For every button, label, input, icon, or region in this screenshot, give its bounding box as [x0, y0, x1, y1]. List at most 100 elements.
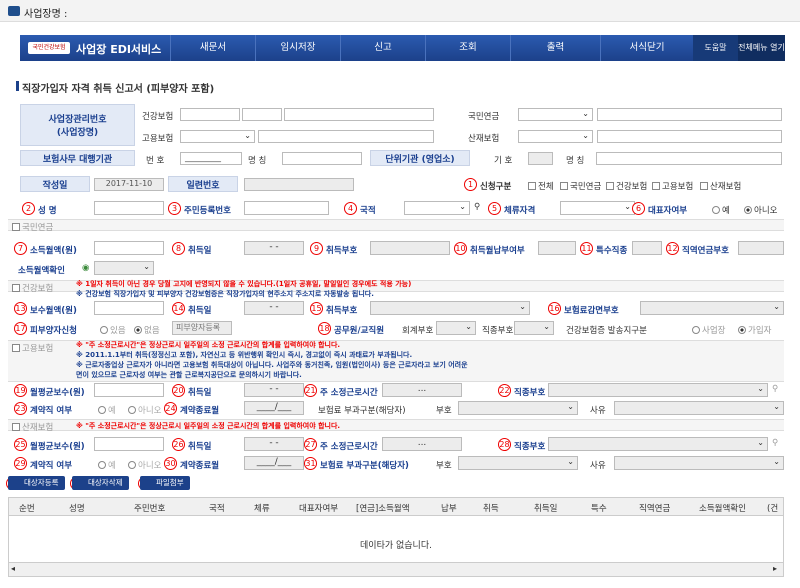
- e-contract-no-radio[interactable]: 아니오: [128, 404, 161, 416]
- employment-name-input[interactable]: [258, 130, 434, 143]
- search-icon[interactable]: ⚲: [474, 202, 480, 212]
- stay-select[interactable]: ⌄: [560, 201, 635, 215]
- a-contract-no-radio[interactable]: 아니오: [128, 459, 161, 471]
- help-button[interactable]: 도움말: [693, 35, 738, 61]
- rrn-input[interactable]: [244, 201, 329, 215]
- opt-accident[interactable]: 산재보험: [700, 180, 741, 192]
- horizontal-scrollbar[interactable]: ◂ ▸: [9, 562, 783, 576]
- job-code-select[interactable]: ⌄: [514, 321, 554, 335]
- card-site-radio[interactable]: 사업장: [692, 324, 725, 336]
- opt-pension[interactable]: 국민연금: [560, 180, 601, 192]
- col-health[interactable]: (건: [767, 502, 778, 514]
- e-end-input[interactable]: ____/___: [244, 401, 304, 415]
- employment-select[interactable]: ⌄: [180, 130, 255, 143]
- e-job-search-icon[interactable]: ⚲: [772, 384, 778, 394]
- opt-employment[interactable]: 고용보험: [652, 180, 693, 192]
- dep-none-radio[interactable]: 없음: [134, 324, 160, 336]
- special-input[interactable]: [632, 241, 662, 255]
- pension-section-cb[interactable]: 국민연금: [12, 221, 53, 233]
- a-job-search-icon[interactable]: ⚲: [772, 438, 778, 448]
- col-acq-date[interactable]: 취득일: [534, 502, 557, 514]
- h-acq-code-select[interactable]: ⌄: [370, 301, 530, 315]
- confirm-icon[interactable]: ◉: [82, 263, 89, 273]
- reduce-select[interactable]: ⌄: [640, 301, 784, 315]
- menu-inquiry[interactable]: 조회: [425, 35, 510, 61]
- name-label: 성 명: [38, 206, 57, 216]
- scroll-left-icon[interactable]: ◂: [11, 564, 15, 573]
- e-job-select[interactable]: ⌄: [548, 383, 768, 397]
- e-hours-input[interactable]: ...: [382, 383, 462, 397]
- col-name[interactable]: 성명: [69, 502, 85, 514]
- col-rep[interactable]: 대표자여부: [299, 502, 338, 514]
- e-reason-select[interactable]: ⌄: [614, 401, 784, 415]
- pay-input[interactable]: [538, 241, 576, 255]
- health-input-1[interactable]: [180, 108, 240, 121]
- scroll-right-icon[interactable]: ▸: [773, 564, 777, 573]
- unit-name-input[interactable]: [596, 152, 782, 165]
- acc-section-cb[interactable]: 산재보험: [12, 421, 53, 433]
- a-reason-select[interactable]: ⌄: [614, 456, 784, 470]
- a-avg-input[interactable]: [94, 437, 164, 451]
- emp-section-cb[interactable]: 고용보험: [12, 342, 53, 354]
- nation-select[interactable]: ⌄: [404, 201, 470, 215]
- agent-no-label: 번 호: [146, 156, 165, 166]
- wage-input[interactable]: [94, 301, 164, 315]
- agent-name-input[interactable]: [282, 152, 362, 165]
- h-acq-input[interactable]: - -: [244, 301, 304, 315]
- col-seq[interactable]: 순번: [19, 502, 35, 514]
- a-hours-input[interactable]: ...: [382, 437, 462, 451]
- e-avg-input[interactable]: [94, 383, 164, 397]
- pension-name-input[interactable]: [597, 108, 782, 121]
- dep-reg-button[interactable]: 피부양자등록: [172, 321, 232, 335]
- date-input[interactable]: 2017-11-10: [94, 178, 164, 191]
- register-target-button[interactable]: 대상자등록: [8, 476, 65, 490]
- p-acq-input[interactable]: - -: [244, 241, 304, 255]
- accident-select[interactable]: ⌄: [518, 130, 593, 143]
- a-job-select[interactable]: ⌄: [548, 437, 768, 451]
- rep-yes-radio[interactable]: 예: [712, 204, 730, 216]
- unit-code-input[interactable]: [528, 152, 553, 165]
- menu-print[interactable]: 출력: [510, 35, 600, 61]
- col-confirm[interactable]: 소득월액확인: [699, 502, 746, 514]
- e-contract-yes-radio[interactable]: 예: [98, 404, 116, 416]
- col-job-pension[interactable]: 직역연금: [639, 502, 670, 514]
- agent-no-input[interactable]: _________: [180, 152, 242, 165]
- menu-report[interactable]: 신고: [340, 35, 425, 61]
- job-pension-input[interactable]: [738, 241, 784, 255]
- menu-temp-save[interactable]: 임시저장: [255, 35, 340, 61]
- a-contract-yes-radio[interactable]: 예: [98, 459, 116, 471]
- pension-select[interactable]: ⌄: [518, 108, 593, 121]
- account-select[interactable]: ⌄: [436, 321, 476, 335]
- menu-new-doc[interactable]: 새문서: [170, 35, 255, 61]
- p-acq-code-input[interactable]: [370, 241, 450, 255]
- a-code-select[interactable]: ⌄: [458, 456, 578, 470]
- health-input-3[interactable]: [284, 108, 434, 121]
- col-stay[interactable]: 체류: [254, 502, 270, 514]
- a-acq-input[interactable]: - -: [244, 437, 304, 451]
- delete-target-button[interactable]: 대상자삭제: [72, 476, 129, 490]
- col-pay[interactable]: 납부: [441, 502, 457, 514]
- marker-16: 16: [548, 302, 561, 315]
- opt-health[interactable]: 건강보험: [606, 180, 647, 192]
- col-income[interactable]: [연금]소득월액: [356, 502, 410, 514]
- col-special[interactable]: 특수: [591, 502, 607, 514]
- accident-name-input[interactable]: [597, 130, 782, 143]
- attach-file-button[interactable]: 파일첨부: [140, 476, 190, 490]
- all-menu-button[interactable]: 전체메뉴 열기: [738, 35, 785, 61]
- e-code-select[interactable]: ⌄: [458, 401, 578, 415]
- col-acq[interactable]: 취득: [483, 502, 499, 514]
- opt-all[interactable]: 전체: [528, 180, 554, 192]
- menu-close-form[interactable]: 서식닫기: [600, 35, 693, 61]
- dep-have-radio[interactable]: 있음: [100, 324, 126, 336]
- card-member-radio[interactable]: 가입자: [738, 324, 771, 336]
- a-end-input[interactable]: ____/___: [244, 456, 304, 470]
- health-section-cb[interactable]: 건강보험: [12, 282, 53, 294]
- col-nation[interactable]: 국적: [209, 502, 225, 514]
- income-input[interactable]: [94, 241, 164, 255]
- col-rrn[interactable]: 주민번호: [134, 502, 165, 514]
- e-acq-input[interactable]: - -: [244, 383, 304, 397]
- confirm-select[interactable]: ⌄: [94, 261, 154, 275]
- rep-no-radio[interactable]: 아니오: [744, 204, 777, 216]
- name-input[interactable]: [94, 201, 164, 215]
- health-input-2[interactable]: [242, 108, 282, 121]
